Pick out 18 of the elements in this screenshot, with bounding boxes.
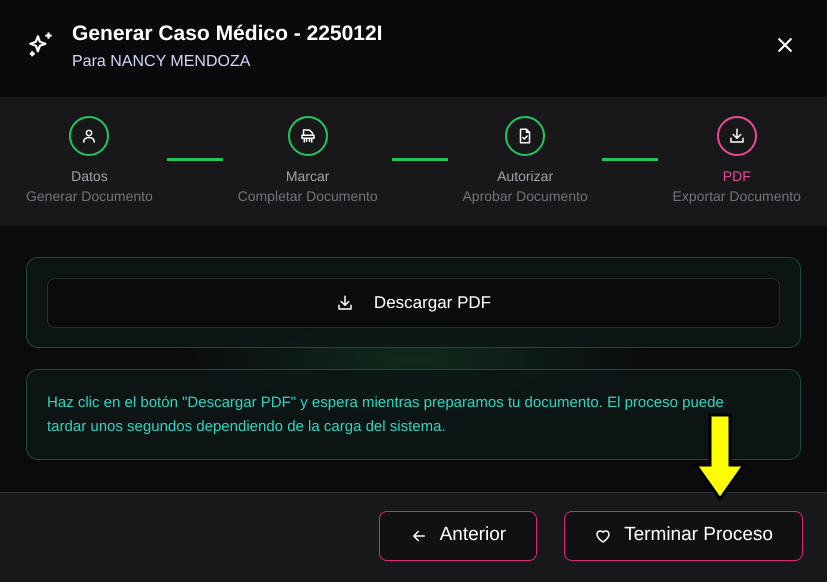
download-icon [728,127,746,145]
download-icon [336,294,354,312]
info-message: Haz clic en el botón "Descargar PDF" y espera mientras preparamos tu documento. El proceso puede tardar unos segundos dependiendo de la carga del sistema. [47,392,725,436]
dialog-title: Generar Caso Médico - 225012I [72,20,384,46]
step-label: Autorizar [497,167,554,186]
step-caption: Generar Documento [26,187,153,206]
step-caption: Exportar Documento [672,187,801,206]
shredder-icon [298,127,317,145]
step-label: Datos [71,167,108,186]
step-caption: Aprobar Documento [462,187,588,206]
step-label: Marcar [286,167,330,186]
previous-button[interactable]: Anterior [378,510,538,560]
step-caption: Completar Documento [238,187,378,206]
finish-button[interactable]: Terminar Proceso [564,510,803,560]
dialog-subtitle: Para NANCY MENDOZA [72,52,252,72]
step-label: PDF [722,167,751,186]
download-pdf-button[interactable]: Descargar PDF [47,278,780,328]
arrow-annotation-icon [694,413,746,501]
